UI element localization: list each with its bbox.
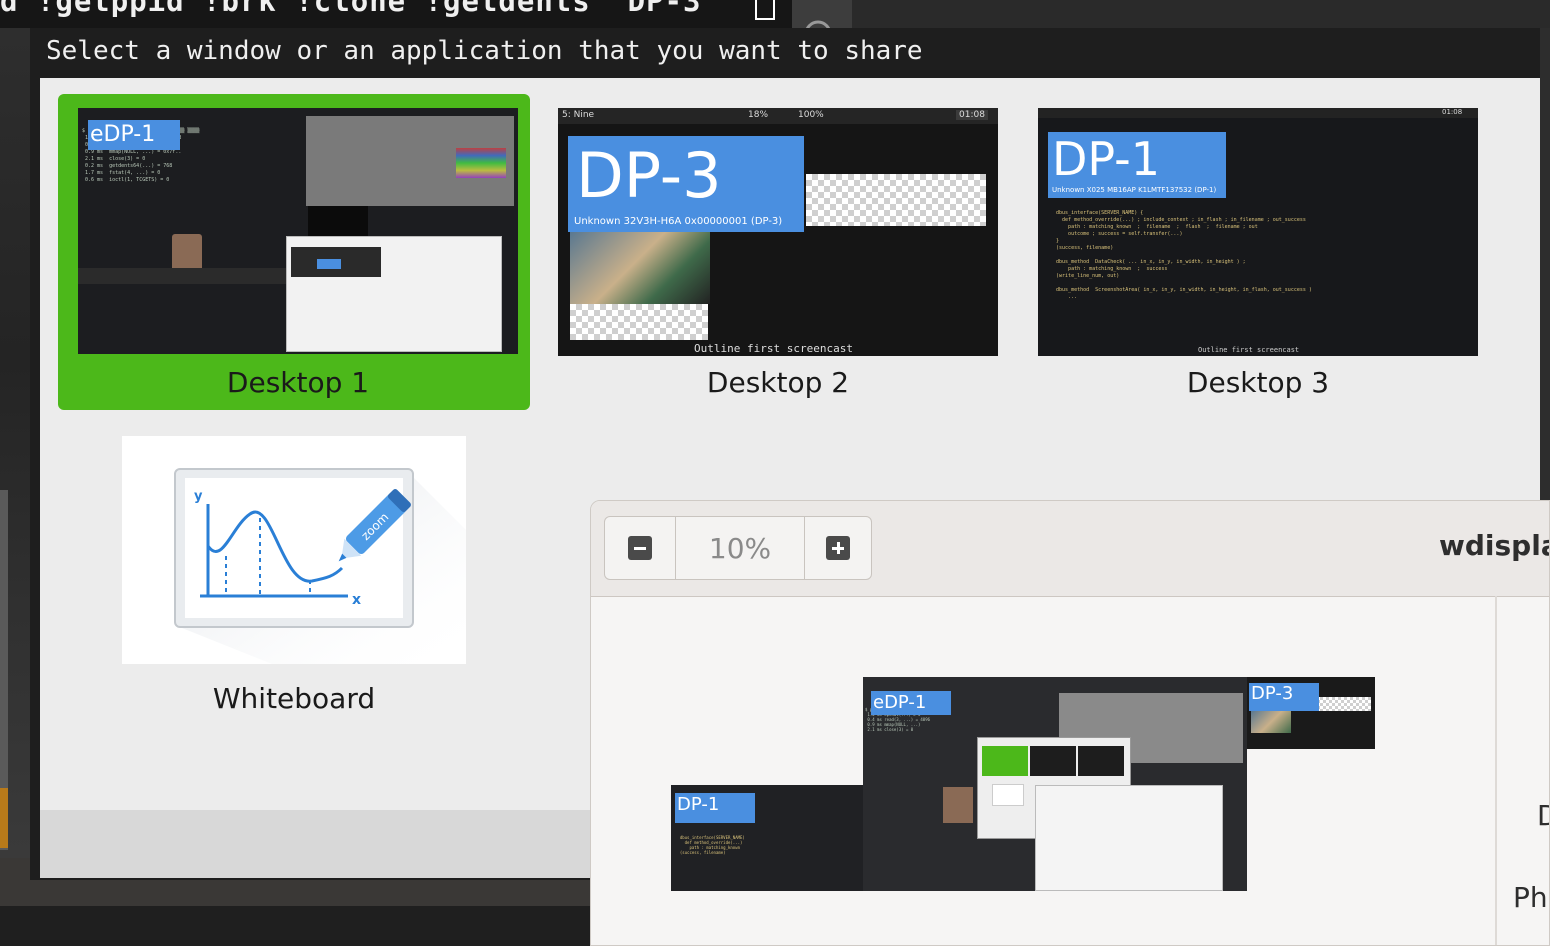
window-header: 10% wdispla xyxy=(591,501,1550,597)
whiteboard-thumbnail: y x zoom xyxy=(122,436,466,664)
sidebar-divider xyxy=(1495,596,1497,945)
monitor-edp-1-label: eDP-1 xyxy=(871,691,951,715)
share-dialog-footer xyxy=(40,810,600,878)
thumb-status-bar: 01:08 xyxy=(1038,108,1478,118)
whiteboard-label: Whiteboard xyxy=(212,682,376,715)
circle-icon xyxy=(804,20,832,48)
thumb-black-window xyxy=(308,206,368,236)
zoom-in-button[interactable] xyxy=(803,517,873,579)
thumb-transparent-area xyxy=(806,174,986,226)
desktop-2-thumbnail: 5: Nine 18% 100% 01:08 Outline first scr… xyxy=(558,108,998,356)
plus-icon xyxy=(826,536,850,560)
terminal-command-line: d !getppid !brk !clone !getdents DP-3 xyxy=(0,0,702,18)
share-tile-desktop-1[interactable]: $ perf trace --pid 2231 ▒▒▒ ▒▒▒▒▒ ▒▒▒▒ 1… xyxy=(58,94,530,410)
zoom-out-button[interactable] xyxy=(605,517,675,579)
background-window-strip xyxy=(792,0,1550,28)
thumb-caption: Outline first screencast xyxy=(694,342,853,355)
share-tile-desktop-3[interactable]: 01:08 dbus_interface(SERVER_NAME) { def … xyxy=(1018,94,1498,410)
whiteboard-icon: y x zoom xyxy=(174,468,466,664)
monitor-dp-1-label: DP-1 xyxy=(675,793,755,823)
minus-icon xyxy=(628,536,652,560)
monitor-dp-1[interactable]: dbus_interface(SERVER_NAME) def method_o… xyxy=(671,785,863,891)
side-panel-label: D xyxy=(1537,799,1549,832)
zoom-controls: 10% xyxy=(604,516,872,580)
desktop-3-label: Desktop 3 xyxy=(1186,366,1330,399)
background-icon-area xyxy=(792,0,852,48)
monitor-dp-3-label: DP-3 xyxy=(1249,683,1319,711)
background-desktop-accent xyxy=(0,788,8,848)
side-panel-label: Ph xyxy=(1513,881,1548,914)
thumb-caption: Outline first screencast xyxy=(1198,346,1300,354)
thumb-transparent-area-2 xyxy=(570,304,708,340)
svg-text:y: y xyxy=(194,489,203,504)
thumb-status-bar: 5: Nine 18% 100% 01:08 xyxy=(558,108,998,124)
thumb-toolbar xyxy=(78,268,298,284)
display-settings-window: 10% wdispla $ perf trace --pid 2231 1.2 … xyxy=(590,500,1550,946)
thumb-photo-gallery xyxy=(570,232,710,304)
monitor-edp-1[interactable]: $ perf trace --pid 2231 1.2 ms openat(..… xyxy=(863,677,1247,891)
background-desktop-right-edge xyxy=(1540,28,1550,503)
desktop-1-thumbnail: $ perf trace --pid 2231 ▒▒▒ ▒▒▒▒▒ ▒▒▒▒ 1… xyxy=(78,108,518,354)
thumb-color-bars xyxy=(456,148,506,178)
thumb-dialog xyxy=(286,236,502,352)
desktop-1-badge: eDP-1 xyxy=(88,120,180,150)
monitor-dp-3[interactable]: DP-3 xyxy=(1247,677,1375,749)
desktop-3-thumbnail: 01:08 dbus_interface(SERVER_NAME) { def … xyxy=(1038,108,1478,356)
svg-text:x: x xyxy=(352,592,361,608)
terminal-cursor xyxy=(755,0,775,20)
zoom-level-display: 10% xyxy=(675,517,805,579)
share-tile-whiteboard[interactable]: y x zoom Whiteboard xyxy=(100,432,488,732)
thumb-person-video xyxy=(172,234,202,272)
share-tile-desktop-2[interactable]: 5: Nine 18% 100% 01:08 Outline first scr… xyxy=(538,94,1018,410)
desktop-2-badge: DP-3 Unknown 32V3H-H6A 0x00000001 (DP-3) xyxy=(568,136,804,232)
terminal-window: d !getppid !brk !clone !getdents DP-3 xyxy=(0,0,792,28)
share-dialog-title: Select a window or an application that y… xyxy=(46,36,923,66)
thumb-code-text: dbus_interface(SERVER_NAME) { def method… xyxy=(1056,210,1312,300)
desktop-1-label: Desktop 1 xyxy=(226,366,370,399)
desktop-2-label: Desktop 2 xyxy=(706,366,850,399)
background-desktop-bottom-dark xyxy=(0,906,600,946)
desktop-3-badge: DP-1 Unknown X025 MB16AP K1LMTF137532 (D… xyxy=(1048,132,1226,198)
window-title: wdispla xyxy=(1439,529,1550,562)
